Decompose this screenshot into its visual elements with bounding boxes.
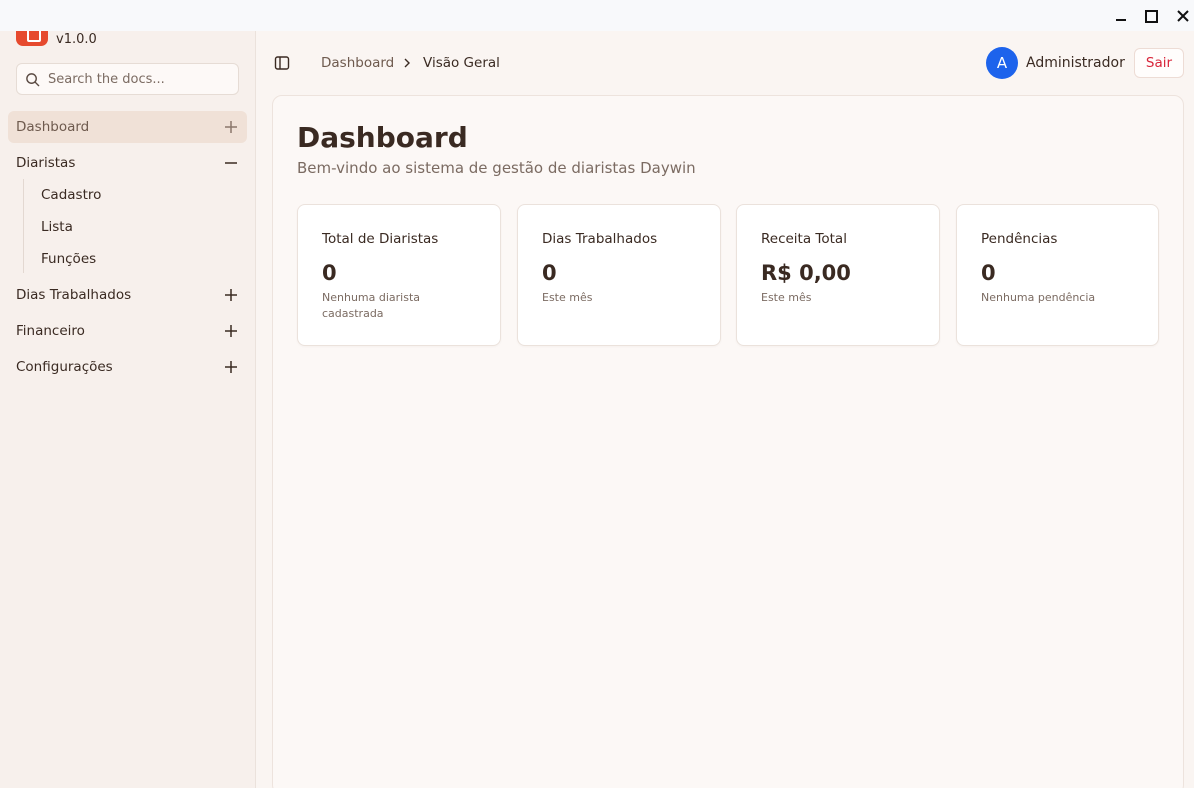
- card-value: 0: [542, 261, 557, 285]
- search-box[interactable]: [16, 63, 239, 95]
- stat-card-receita-total: Receita Total R$ 0,00 Este mês: [736, 204, 940, 346]
- sidebar-item-configuracoes[interactable]: Configurações: [8, 351, 247, 383]
- card-value: R$ 0,00: [761, 261, 851, 285]
- sidebar-subitem-funcoes[interactable]: Funções: [41, 249, 96, 269]
- search-icon: [26, 72, 40, 86]
- card-description: Este mês: [542, 291, 593, 304]
- sidebar-item-label: Diaristas: [16, 155, 76, 171]
- app-logo[interactable]: [16, 31, 48, 46]
- sidebar-item-financeiro[interactable]: Financeiro: [8, 315, 247, 347]
- app-version: v1.0.0: [56, 32, 97, 47]
- sidebar-item-label: Financeiro: [16, 323, 85, 339]
- sidebar-item-label: Dashboard: [16, 119, 90, 135]
- card-value: 0: [981, 261, 996, 285]
- card-title: Dias Trabalhados: [542, 231, 658, 247]
- plus-icon[interactable]: [223, 119, 239, 135]
- main-panel: [272, 95, 1184, 788]
- breadcrumb-current: Visão Geral: [423, 55, 500, 71]
- user-name: Administrador: [1026, 55, 1125, 71]
- sidebar-subitem-lista[interactable]: Lista: [41, 217, 73, 237]
- maximize-icon[interactable]: [1141, 6, 1161, 26]
- avatar[interactable]: A: [986, 47, 1018, 79]
- card-title: Total de Diaristas: [322, 231, 439, 247]
- chevron-right-icon: [404, 58, 410, 68]
- sidebar-item-label: Dias Trabalhados: [16, 287, 132, 303]
- sidebar-item-dashboard[interactable]: Dashboard: [8, 111, 247, 143]
- sidebar-item-dias-trabalhados[interactable]: Dias Trabalhados: [8, 279, 247, 311]
- plus-icon[interactable]: [223, 359, 239, 375]
- sidebar: [0, 31, 256, 788]
- sidebar-subitem-cadastro[interactable]: Cadastro: [41, 185, 101, 205]
- card-title: Receita Total: [761, 231, 847, 247]
- stat-card-pendencias: Pendências 0 Nenhuma pendência: [956, 204, 1159, 346]
- logout-button[interactable]: Sair: [1134, 48, 1184, 78]
- minus-icon[interactable]: [223, 155, 239, 171]
- close-icon[interactable]: [1173, 6, 1193, 26]
- plus-icon[interactable]: [223, 287, 239, 303]
- sidebar-item-label: Configurações: [16, 359, 113, 375]
- stat-card-dias-trabalhados: Dias Trabalhados 0 Este mês: [517, 204, 721, 346]
- card-description: Nenhuma pendência: [981, 291, 1096, 304]
- sidebar-item-diaristas[interactable]: Diaristas: [8, 147, 247, 179]
- breadcrumb-dashboard[interactable]: Dashboard: [321, 53, 394, 73]
- search-input[interactable]: [48, 71, 228, 87]
- plus-icon[interactable]: [223, 323, 239, 339]
- page-subtitle: Bem-vindo ao sistema de gestão de diaris…: [297, 159, 696, 177]
- stat-card-total-diaristas: Total de Diaristas 0 Nenhuma diarista ca…: [297, 204, 501, 346]
- card-description: Este mês: [761, 291, 812, 304]
- submenu-guide-line: [23, 179, 24, 273]
- card-value: 0: [322, 261, 337, 285]
- window-titlebar: [0, 0, 1194, 31]
- card-description: Nenhuma diarista cadastrada: [322, 291, 421, 320]
- sidebar-toggle-icon[interactable]: [274, 55, 290, 71]
- minimize-icon[interactable]: [1111, 6, 1131, 26]
- page-title: Dashboard: [297, 121, 468, 154]
- card-title: Pendências: [981, 231, 1058, 247]
